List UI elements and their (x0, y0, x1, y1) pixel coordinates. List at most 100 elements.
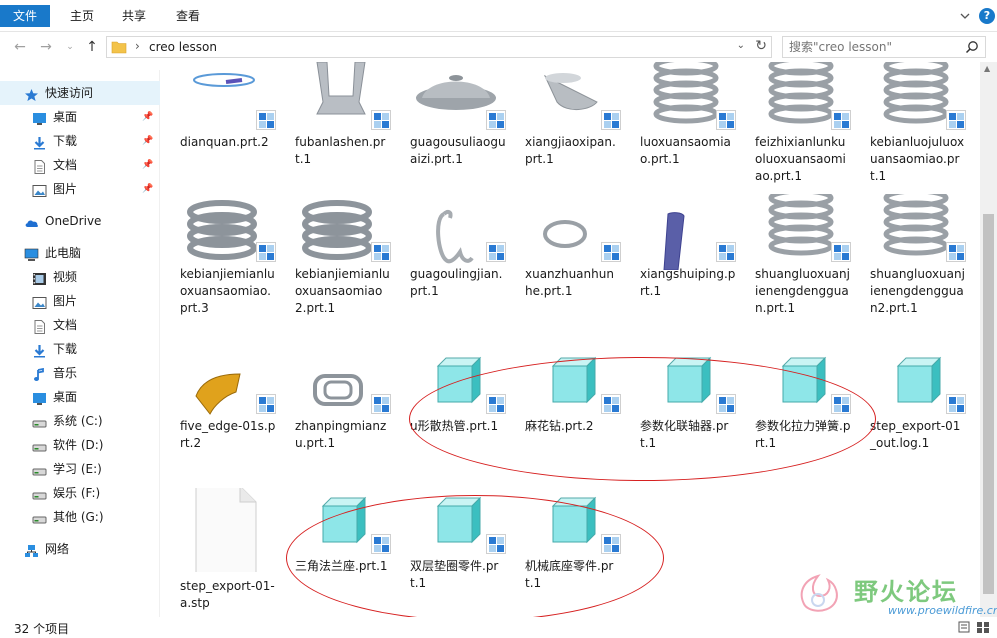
creo-file-icon (371, 394, 391, 414)
file-name: 参数化联轴器.prt.1 (640, 419, 729, 450)
scroll-up-icon[interactable]: ▲ (984, 64, 990, 73)
file-name: 双层垫圈零件.prt.1 (410, 559, 499, 590)
file-item[interactable]: feizhixianlunkuoluoxuansaomiao.prt.1 (745, 56, 855, 202)
file-item[interactable]: xiangjiaoxipan.prt.1 (515, 62, 625, 202)
sidebar-item[interactable]: 音乐 (0, 361, 160, 385)
back-button[interactable]: ← (12, 39, 28, 55)
sidebar-item[interactable]: 网络 (0, 537, 160, 561)
file-item[interactable]: 参数化联轴器.prt.1 (630, 346, 740, 486)
sidebar-item[interactable]: 软件 (D:) (0, 433, 160, 457)
tab-home[interactable]: 主页 (58, 5, 106, 27)
picture-icon (32, 294, 47, 309)
file-item[interactable]: shuangluoxuanjienengdengguan2.prt.1 (860, 188, 970, 334)
sidebar-item[interactable]: 桌面 (0, 385, 160, 409)
file-item[interactable]: 麻花钻.prt.2 (515, 346, 625, 486)
sidebar-item[interactable]: 下载 📌 (0, 129, 160, 153)
tab-file[interactable]: 文件 (0, 5, 50, 27)
file-item[interactable]: step_export-01-a.stp (170, 485, 280, 626)
tab-view[interactable]: 查看 (164, 5, 212, 27)
creo-file-icon (371, 534, 391, 554)
view-toggle-icon[interactable] (957, 620, 993, 634)
creo-file-icon (371, 242, 391, 262)
sidebar-item[interactable]: 其他 (G:) (0, 505, 160, 529)
sidebar-item-label: 图片 (53, 294, 78, 308)
sidebar-item-label: 此电脑 (45, 246, 82, 260)
file-name: dianquan.prt.2 (180, 135, 269, 149)
star-icon (24, 86, 39, 101)
file-item[interactable]: kebianluojuluoxuansaomiao.prt.1 (860, 56, 970, 202)
file-name: xiangjiaoxipan.prt.1 (525, 135, 616, 166)
sidebar-item[interactable]: 快速访问 (0, 81, 160, 105)
chevron-down-icon[interactable]: ⌄ (737, 40, 745, 51)
sidebar-item-label: 娱乐 (F:) (53, 486, 101, 500)
address-bar[interactable]: › creo lesson ⌄ ↻ (106, 36, 772, 58)
sidebar-item[interactable]: 娱乐 (F:) (0, 481, 160, 505)
file-item[interactable]: guagoulingjian.prt.1 (400, 194, 510, 334)
search-input[interactable] (789, 39, 959, 55)
file-item[interactable]: kebianjiemianluoxuansaomiao.prt.3 (170, 194, 280, 334)
file-item[interactable]: xuanzhuanhunhe.prt.1 (515, 194, 625, 334)
file-name: step_export-01_out.log.1 (870, 419, 961, 450)
sidebar-item[interactable]: 视频 (0, 265, 160, 289)
sidebar-item[interactable]: 系统 (C:) (0, 409, 160, 433)
recent-locations-icon[interactable]: ⌄ (62, 39, 78, 55)
creo-file-icon (831, 242, 851, 262)
sidebar-item-label: 其他 (G:) (53, 510, 104, 524)
folder-icon (111, 41, 127, 54)
sidebar-item[interactable]: 图片 📌 (0, 177, 160, 201)
creo-file-icon (601, 110, 621, 130)
file-item[interactable]: dianquan.prt.2 (170, 62, 280, 202)
file-name: shuangluoxuanjienengdengguan2.prt.1 (870, 267, 965, 315)
pin-icon: 📌 (142, 112, 154, 122)
sidebar-item[interactable]: 文档 📌 (0, 153, 160, 177)
desktop-icon (32, 110, 47, 125)
file-name: 麻花钻.prt.2 (525, 419, 594, 433)
sidebar-item[interactable]: OneDrive (0, 209, 160, 233)
drive-icon (32, 414, 47, 428)
file-item[interactable]: shuangluoxuanjienengdengguan.prt.1 (745, 188, 855, 334)
file-item[interactable]: step_export-01_out.log.1 (860, 346, 970, 486)
file-item[interactable]: fubanlashen.prt.1 (285, 61, 395, 202)
file-name: 机械底座零件.prt.1 (525, 559, 614, 590)
up-button[interactable]: ↑ (84, 39, 100, 55)
file-name: feizhixianlunkuoluoxuansaomiao.prt.1 (755, 135, 846, 183)
file-item[interactable]: u形散热管.prt.1 (400, 346, 510, 486)
breadcrumb-current[interactable]: creo lesson (149, 40, 217, 54)
file-item[interactable]: zhanpingmianzu.prt.1 (285, 346, 395, 486)
creo-file-icon (716, 242, 736, 262)
file-item[interactable]: 双层垫圈零件.prt.1 (400, 486, 510, 626)
chevron-down-icon[interactable] (957, 8, 973, 24)
search-box[interactable] (782, 36, 986, 58)
file-item[interactable]: 机械底座零件.prt.1 (515, 486, 625, 626)
file-name: zhanpingmianzu.prt.1 (295, 419, 387, 450)
creo-file-icon (486, 242, 506, 262)
help-icon[interactable]: ? (979, 8, 995, 24)
sidebar-item[interactable]: 学习 (E:) (0, 457, 160, 481)
file-item[interactable]: kebianjiemianluoxuansaomiao2.prt.1 (285, 194, 395, 334)
sidebar-item[interactable]: 文档 (0, 313, 160, 337)
creo-file-icon (601, 534, 621, 554)
sidebar-item-label: 软件 (D:) (53, 438, 104, 452)
tab-share[interactable]: 共享 (110, 5, 158, 27)
refresh-icon[interactable]: ↻ (755, 38, 767, 54)
sidebar-item[interactable]: 图片 (0, 289, 160, 313)
file-item[interactable]: xiangshuiping.prt.1 (630, 194, 740, 334)
file-name: step_export-01-a.stp (180, 579, 275, 610)
picture-icon (32, 182, 47, 197)
file-item[interactable]: 参数化拉力弹簧.prt.1 (745, 346, 855, 486)
file-item[interactable]: 三角法兰座.prt.1 (285, 486, 395, 626)
forward-button[interactable]: → (38, 39, 54, 55)
file-name: luoxuansaomiao.prt.1 (640, 135, 731, 166)
search-icon[interactable] (965, 40, 979, 54)
file-item[interactable]: guagousuliaoguaizi.prt.1 (400, 62, 510, 202)
drive-icon (32, 486, 47, 500)
file-item[interactable]: five_edge-01s.prt.2 (170, 346, 280, 486)
sidebar-item[interactable]: 下载 (0, 337, 160, 361)
sidebar-item[interactable]: 此电脑 (0, 241, 160, 265)
file-grid: dianquan.prt.2 fubanlashen.prt.1 guagousul… (170, 56, 978, 617)
vertical-scrollbar[interactable]: ▲ (980, 62, 997, 617)
sidebar-item[interactable]: 桌面 📌 (0, 105, 160, 129)
scrollbar-thumb[interactable] (983, 214, 994, 594)
file-item[interactable]: luoxuansaomiao.prt.1 (630, 56, 740, 202)
file-name: kebianjiemianluoxuansaomiao2.prt.1 (295, 267, 390, 315)
